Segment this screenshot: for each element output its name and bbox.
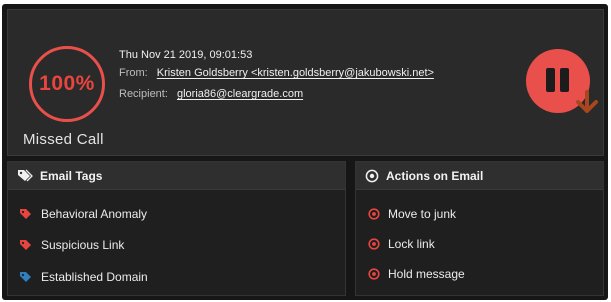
recipient-link[interactable]: gloria86@cleargrade.com: [177, 88, 303, 100]
email-tags-panel: Email Tags Behavioral Anomaly Suspicious…: [7, 161, 346, 296]
target-icon: [368, 268, 380, 280]
tag-label: Established Domain: [41, 270, 148, 284]
call-summary-panel: 100% Missed Call Thu Nov 21 2019, 09:01:…: [7, 9, 604, 156]
tag-item[interactable]: Behavioral Anomaly: [19, 207, 147, 221]
actions-title: Actions on Email: [386, 168, 484, 183]
target-icon: [365, 169, 379, 182]
actions-panel: Actions on Email Move to junk Lock link …: [355, 161, 604, 296]
action-label: Lock link: [388, 237, 435, 251]
tag-label: Suspicious Link: [41, 238, 125, 252]
actions-header: Actions on Email: [356, 162, 603, 190]
tag-icon: [20, 239, 31, 250]
recipient-label: Recipient:: [119, 88, 168, 100]
email-tags-header: Email Tags: [8, 162, 345, 190]
recipient-row: Recipient: gloria86@cleargrade.com: [119, 88, 303, 100]
target-icon: [368, 208, 380, 220]
action-label: Hold message: [388, 267, 465, 281]
email-tags-title: Email Tags: [40, 168, 103, 183]
timestamp: Thu Nov 21 2019, 09:01:53: [119, 49, 253, 61]
call-status: Missed Call: [23, 131, 104, 148]
tags-icon: [18, 169, 33, 182]
tag-icon: [20, 271, 31, 282]
action-hold-message[interactable]: Hold message: [368, 267, 465, 281]
from-row: From: Kristen Goldsberry <kristen.goldsb…: [119, 67, 434, 79]
download-arrow-icon[interactable]: [572, 89, 602, 119]
action-label: Move to junk: [388, 207, 457, 221]
tag-item[interactable]: Suspicious Link: [19, 238, 124, 252]
tag-label: Behavioral Anomaly: [41, 207, 148, 221]
action-lock-link[interactable]: Lock link: [368, 237, 435, 251]
tag-item[interactable]: Established Domain: [19, 270, 148, 284]
from-link[interactable]: Kristen Goldsberry <kristen.goldsberry@j…: [157, 67, 434, 79]
action-move-to-junk[interactable]: Move to junk: [368, 207, 456, 221]
pause-icon-bar: [560, 68, 569, 92]
pause-icon: [546, 68, 555, 92]
progress-value: 100%: [39, 72, 95, 95]
from-label: From:: [119, 67, 148, 79]
progress-ring: 100%: [29, 46, 105, 122]
tag-icon: [20, 208, 31, 219]
target-icon: [368, 238, 380, 250]
